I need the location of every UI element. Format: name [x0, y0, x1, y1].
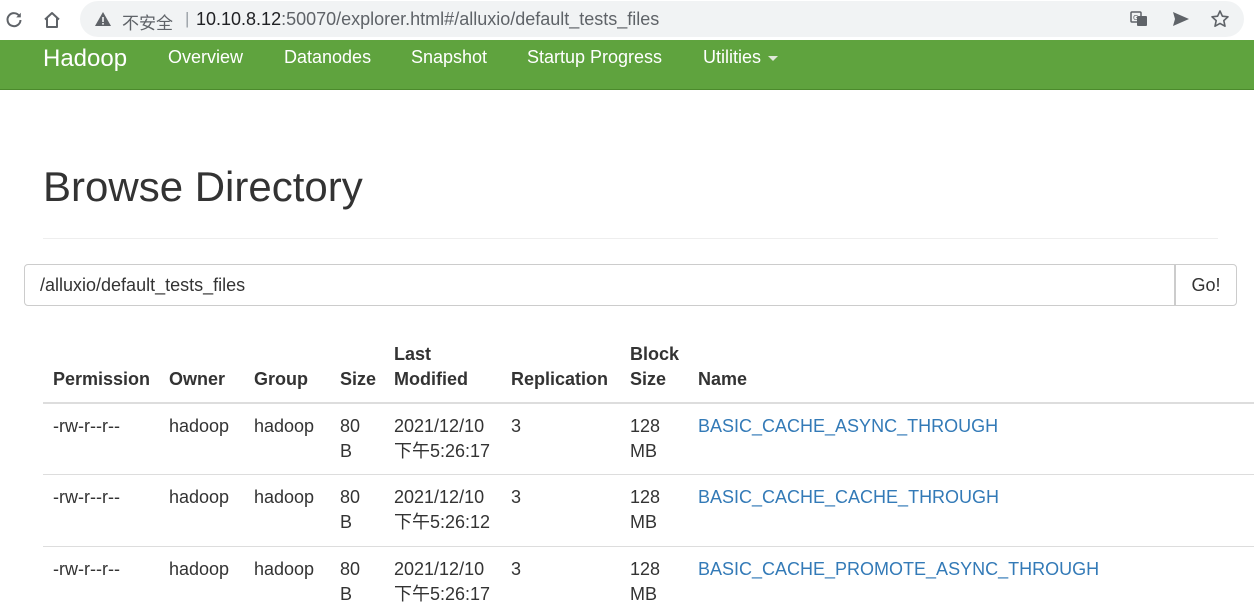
url-text[interactable]: 10.10.8.12:50070/explorer.html#/alluxio/… — [196, 9, 659, 30]
cell-replication: 3 — [511, 487, 522, 507]
nav-overview[interactable]: Overview — [168, 47, 243, 68]
header-replication[interactable]: Replication — [511, 367, 608, 392]
brand-logo[interactable]: Hadoop — [43, 45, 127, 73]
header-last-modified-line2: Modified — [394, 369, 468, 389]
row-divider — [43, 474, 1254, 475]
url-host: 10.10.8.12 — [196, 9, 282, 29]
nav-snapshot[interactable]: Snapshot — [411, 47, 487, 68]
url-path: :50070/explorer.html#/alluxio/default_te… — [281, 9, 660, 29]
file-link[interactable]: BASIC_CACHE_PROMOTE_ASYNC_THROUGH — [698, 557, 1099, 582]
go-button[interactable]: Go! — [1175, 264, 1237, 306]
file-link[interactable]: BASIC_CACHE_ASYNC_THROUGH — [698, 414, 998, 439]
cell-block-size: 128 MB — [630, 557, 660, 607]
cell-group: hadoop — [254, 487, 315, 507]
row-divider — [43, 546, 1254, 547]
cell-size: 80 B — [340, 557, 360, 607]
cell-group: hadoop — [254, 416, 315, 436]
cell-size: 80 B — [340, 485, 360, 535]
header-divider — [43, 402, 1254, 404]
cell-block-value: 128 — [630, 487, 661, 507]
cell-permission: -rw-r--r-- — [53, 416, 120, 436]
cell-owner: hadoop — [169, 487, 230, 507]
cell-block-size: 128 MB — [630, 485, 660, 535]
cell-modified-date: 2021/12/10 — [394, 416, 485, 436]
cell-size-value: 80 — [340, 416, 361, 436]
header-owner[interactable]: Owner — [169, 367, 225, 392]
title-divider — [43, 238, 1218, 239]
cell-permission: -rw-r--r-- — [53, 487, 120, 507]
cell-owner: hadoop — [169, 416, 230, 436]
cell-owner: hadoop — [169, 559, 230, 579]
top-navbar: Hadoop Overview Datanodes Snapshot Start… — [0, 40, 1254, 90]
cell-size-unit: B — [340, 512, 353, 532]
cell-block-value: 128 — [630, 416, 661, 436]
header-last-modified-line1: Last — [394, 344, 432, 364]
cell-permission: -rw-r--r-- — [53, 559, 120, 579]
translate-icon[interactable]: G — [1128, 8, 1150, 30]
nav-datanodes[interactable]: Datanodes — [284, 47, 371, 68]
cell-size-unit: B — [340, 441, 353, 461]
cell-block-unit: MB — [630, 512, 657, 532]
cell-modified-time: 下午5:26:17 — [394, 441, 491, 461]
header-block-size-line1: Block — [630, 344, 680, 364]
reload-icon[interactable] — [0, 6, 28, 34]
header-block-size-line2: Size — [630, 369, 667, 389]
header-size[interactable]: Size — [340, 367, 376, 392]
header-last-modified[interactable]: Last Modified — [394, 342, 468, 392]
cell-modified-date: 2021/12/10 — [394, 559, 485, 579]
insecure-label[interactable]: 不安全 — [122, 9, 173, 34]
nav-utilities-label: Utilities — [703, 47, 762, 67]
header-block-size[interactable]: Block Size — [630, 342, 679, 392]
warning-icon[interactable] — [94, 10, 112, 28]
address-bar[interactable]: 不安全 | 10.10.8.12:50070/explorer.html#/al… — [80, 1, 1244, 37]
dropdown-caret-icon — [768, 55, 779, 61]
directory-path-input[interactable]: /alluxio/default_tests_files — [24, 264, 1175, 306]
send-icon[interactable] — [1170, 8, 1192, 30]
cell-last-modified: 2021/12/10 下午5:26:17 — [394, 557, 490, 607]
nav-utilities[interactable]: Utilities — [703, 47, 779, 68]
cell-block-value: 128 — [630, 559, 661, 579]
cell-modified-date: 2021/12/10 — [394, 487, 485, 507]
file-link[interactable]: BASIC_CACHE_CACHE_THROUGH — [698, 485, 999, 510]
header-permission[interactable]: Permission — [53, 367, 150, 392]
star-icon[interactable] — [1209, 8, 1231, 30]
header-group[interactable]: Group — [254, 367, 308, 392]
cell-modified-time: 下午5:26:17 — [394, 584, 491, 604]
cell-replication: 3 — [511, 416, 522, 436]
svg-text:G: G — [1133, 14, 1138, 22]
cell-size-value: 80 — [340, 487, 361, 507]
url-separator: | — [185, 9, 190, 28]
cell-block-unit: MB — [630, 441, 657, 461]
cell-last-modified: 2021/12/10 下午5:26:12 — [394, 485, 490, 535]
cell-replication: 3 — [511, 559, 522, 579]
cell-group: hadoop — [254, 559, 315, 579]
home-icon[interactable] — [38, 6, 66, 34]
nav-startup-progress[interactable]: Startup Progress — [527, 47, 662, 68]
cell-last-modified: 2021/12/10 下午5:26:17 — [394, 414, 490, 464]
page-title: Browse Directory — [43, 163, 363, 210]
cell-size-value: 80 — [340, 559, 361, 579]
cell-block-size: 128 MB — [630, 414, 660, 464]
cell-size-unit: B — [340, 584, 353, 604]
cell-block-unit: MB — [630, 584, 657, 604]
cell-size: 80 B — [340, 414, 360, 464]
browser-toolbar: 不安全 | 10.10.8.12:50070/explorer.html#/al… — [0, 0, 1254, 40]
cell-modified-time: 下午5:26:12 — [394, 512, 491, 532]
header-name[interactable]: Name — [698, 367, 747, 392]
